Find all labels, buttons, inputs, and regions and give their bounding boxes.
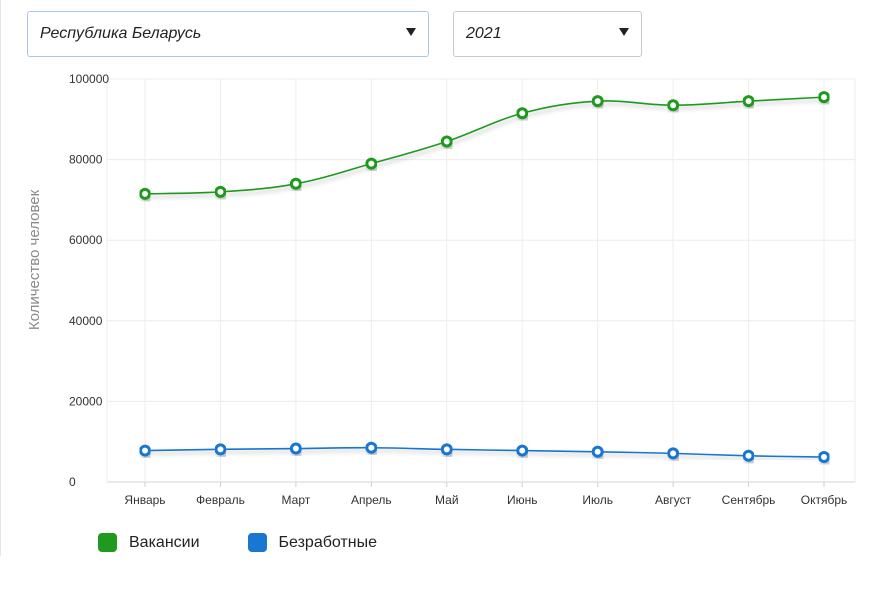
country-select[interactable]: Республика Беларусь xyxy=(27,11,429,57)
data-point xyxy=(214,443,227,456)
y-tick-label: 60000 xyxy=(69,233,103,247)
y-tick-label: 100000 xyxy=(69,72,109,86)
chevron-down-icon xyxy=(406,28,416,36)
data-point xyxy=(591,445,604,458)
y-tick-label: 0 xyxy=(69,475,76,489)
data-point xyxy=(742,95,755,108)
y-tick-label: 80000 xyxy=(69,153,103,167)
x-tick-label: Август xyxy=(655,493,692,507)
x-tick-label: Октябрь xyxy=(801,493,848,507)
line-chart: 0 20000 40000 60000 80000 100000 Январь Февраль… xyxy=(26,72,856,507)
data-point xyxy=(667,99,680,112)
legend-item[interactable]: Безработные xyxy=(247,533,377,552)
country-select-value: Республика Беларусь xyxy=(40,25,202,42)
x-tick-label: Февраль xyxy=(196,493,245,507)
chart-legend: Вакансии Безработные xyxy=(98,533,425,552)
y-tick-label: 40000 xyxy=(69,314,103,328)
chevron-down-icon xyxy=(619,28,629,36)
series-line xyxy=(144,96,825,195)
data-point xyxy=(440,135,453,148)
legend-label: Безработные xyxy=(278,533,377,551)
data-point xyxy=(139,187,151,200)
data-point xyxy=(440,443,453,456)
year-select-value: 2021 xyxy=(466,25,502,42)
x-tick-label: Январь xyxy=(124,493,165,507)
x-tick-label: Май xyxy=(435,493,459,507)
x-tick-label: Июль xyxy=(582,493,613,507)
data-point xyxy=(365,441,378,454)
data-point xyxy=(818,91,830,104)
x-tick-label: Июнь xyxy=(507,493,538,507)
data-point xyxy=(667,447,680,460)
year-select[interactable]: 2021 xyxy=(453,11,642,57)
legend-swatch xyxy=(98,533,117,552)
data-point xyxy=(742,449,755,462)
y-axis-label: Количество человек xyxy=(26,189,43,330)
data-point xyxy=(591,95,604,108)
data-point xyxy=(818,451,830,464)
legend-swatch xyxy=(247,533,267,552)
legend-item[interactable]: Вакансии xyxy=(98,533,200,552)
data-point xyxy=(516,107,529,120)
data-point xyxy=(289,442,302,455)
legend-label: Вакансии xyxy=(129,533,200,551)
chart-series xyxy=(139,91,830,464)
data-point xyxy=(139,444,151,457)
data-point xyxy=(365,157,378,170)
data-point xyxy=(214,185,227,198)
x-tick-label: Март xyxy=(282,493,311,507)
data-point xyxy=(516,444,529,457)
x-tick-label: Сентябрь xyxy=(722,493,776,507)
y-tick-label: 20000 xyxy=(69,394,103,408)
x-tick-label: Апрель xyxy=(351,493,392,507)
chart-grid xyxy=(106,78,856,483)
series-line xyxy=(144,446,825,458)
data-point xyxy=(289,177,302,190)
